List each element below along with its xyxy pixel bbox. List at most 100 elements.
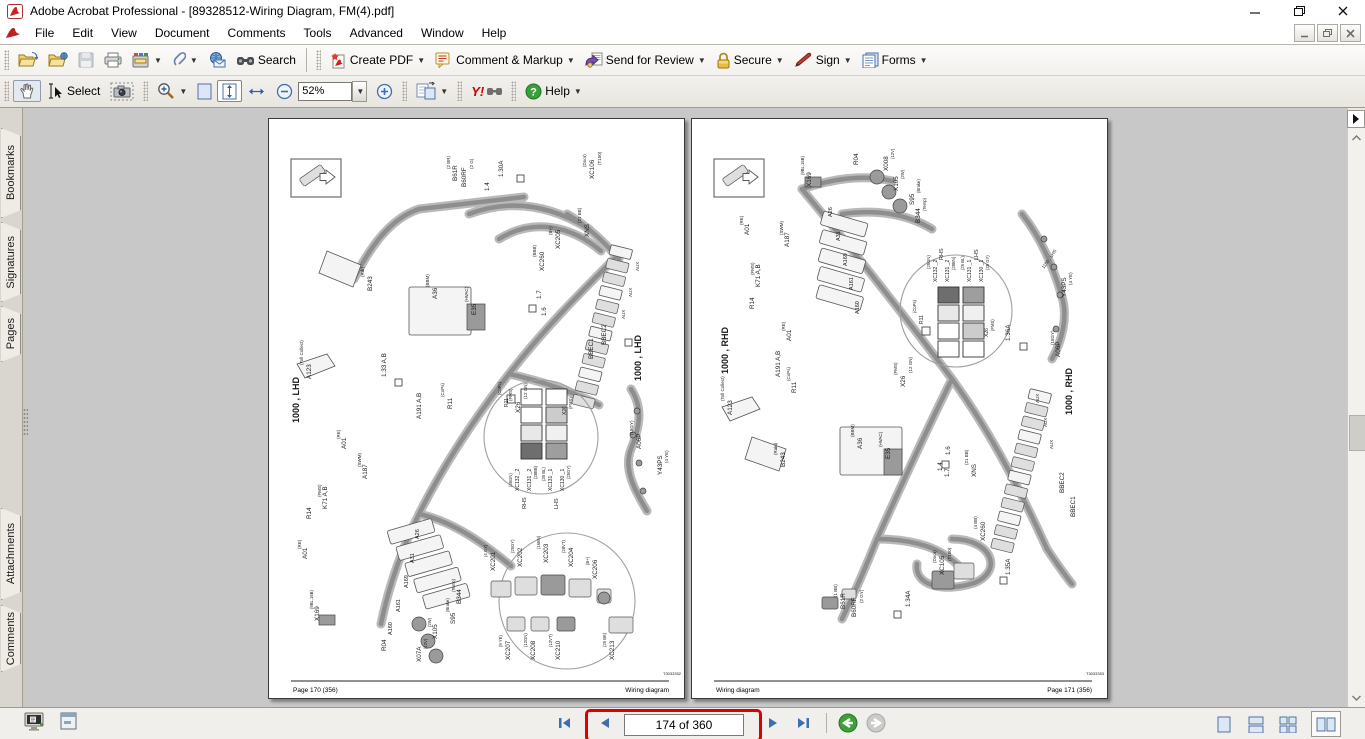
pdf-page-right[interactable]: (9BL,16B)X169R04X008(12V)X105(2W)S95(Bra…	[691, 118, 1108, 699]
forms-button[interactable]: Forms▼	[857, 49, 933, 71]
zoom-in-magnifier-icon	[157, 82, 175, 100]
organizer-icon	[132, 52, 150, 68]
create-pdf-button[interactable]: Create PDF▼	[325, 49, 430, 71]
toolbar-grip[interactable]	[316, 50, 321, 70]
sidebar-tab-signatures[interactable]: Signatures	[1, 222, 21, 302]
page-footer-title: Wiring diagram	[625, 687, 669, 694]
previous-view-button[interactable]	[836, 712, 860, 734]
select-tool-button[interactable]: Select	[41, 80, 105, 102]
organizer-button[interactable]: ▼	[127, 49, 167, 71]
sidebar-tab-bookmarks[interactable]: Bookmarks	[1, 128, 21, 218]
page-display-button[interactable]: ▼	[411, 80, 453, 102]
help-button[interactable]: ? Help▼	[520, 80, 587, 102]
acrobat-window: Adobe Acrobat Professional - [89328512-W…	[0, 0, 1365, 739]
scroll-down-arrow[interactable]	[1348, 690, 1365, 706]
doc-close-button[interactable]	[1340, 24, 1361, 42]
diagram-label: R11	[504, 398, 510, 407]
vertical-scrollbar[interactable]	[1347, 128, 1365, 708]
continuous-layout-button[interactable]	[1241, 711, 1271, 737]
window-mode-button[interactable]	[60, 712, 78, 734]
menu-comments[interactable]: Comments	[219, 23, 295, 43]
print-icon	[104, 52, 122, 68]
diagram-label: A01	[341, 437, 348, 449]
minimize-button[interactable]	[1233, 0, 1277, 22]
search-button[interactable]: Search	[231, 49, 301, 71]
zoom-dropdown-button[interactable]: ▼	[352, 81, 367, 102]
menu-help[interactable]: Help	[473, 23, 516, 43]
single-page-layout-button[interactable]	[1209, 711, 1239, 737]
sidebar-tab-attachments[interactable]: Attachments	[1, 508, 21, 600]
first-page-button[interactable]	[552, 712, 576, 734]
attach-icon	[172, 52, 186, 68]
attach-button[interactable]: ▼	[167, 49, 203, 71]
sidebar-tab-comments[interactable]: Comments	[1, 605, 21, 672]
diagram-label: X07A	[416, 646, 423, 662]
menu-file[interactable]: File	[26, 23, 63, 43]
pdf-page-left[interactable]: (2 BR)B61RB60RF(2 G)1.41.30A(Door)XC106(…	[268, 118, 685, 699]
toolbar-grip[interactable]	[402, 81, 407, 101]
toolbar-grip[interactable]	[143, 81, 148, 101]
zoom-in-button[interactable]	[371, 80, 398, 102]
menu-tools[interactable]: Tools	[295, 23, 341, 43]
diagram-label: X169	[314, 606, 321, 621]
diagram-label: (HVAC)	[878, 431, 883, 447]
continuous-facing-layout-button[interactable]	[1273, 711, 1303, 737]
diagram-label: (FMS)	[990, 319, 995, 331]
menu-window[interactable]: Window	[412, 23, 473, 43]
comment-markup-button[interactable]: Comment & Markup▼	[430, 49, 580, 71]
menu-document[interactable]: Document	[146, 23, 219, 43]
doc-restore-button[interactable]	[1317, 24, 1338, 42]
diagram-label: XC260	[539, 251, 546, 271]
tab-label: Signatures	[5, 236, 17, 289]
facing-layout-button[interactable]	[1311, 711, 1341, 737]
sign-button[interactable]: Sign▼	[789, 49, 857, 71]
menu-advanced[interactable]: Advanced	[341, 23, 412, 43]
page-number-field[interactable]	[624, 714, 744, 736]
diagram-label: A01	[744, 223, 751, 235]
toolbar-grip[interactable]	[4, 50, 9, 70]
zoom-out-button[interactable]	[271, 80, 298, 102]
toolbar-grip[interactable]	[511, 81, 516, 101]
fit-visible-button[interactable]	[242, 80, 271, 102]
toolbar-grip[interactable]	[457, 81, 462, 101]
scrollbar-thumb[interactable]	[1349, 415, 1365, 451]
scroll-up-arrow[interactable]	[1348, 130, 1365, 146]
diagram-label: Y43PS	[657, 455, 664, 475]
hand-tool-button[interactable]	[13, 80, 41, 102]
open-button[interactable]	[13, 49, 43, 71]
send-for-review-button[interactable]: Send for Review▼	[580, 49, 711, 71]
fullscreen-mode-button[interactable]	[24, 712, 46, 735]
next-page-button[interactable]	[762, 712, 786, 734]
diagram-label: A06P	[636, 434, 643, 449]
restore-button[interactable]	[1277, 0, 1321, 22]
diagram-label: (21 BB)	[964, 449, 969, 465]
zoom-tool-button[interactable]: ▼	[152, 80, 192, 102]
save-button[interactable]	[73, 49, 99, 71]
diagram-label: (4 GY)	[483, 544, 488, 557]
secure-button[interactable]: Secure▼	[711, 49, 789, 71]
close-button[interactable]	[1321, 0, 1365, 22]
sidebar-tab-pages[interactable]: Pages	[1, 306, 21, 362]
diagram-label: B344	[456, 589, 463, 604]
last-page-button[interactable]	[792, 712, 816, 734]
menu-bar: File Edit View Document Comments Tools A…	[0, 22, 1365, 45]
document-pane[interactable]: (2 BR)B61RB60RF(2 G)1.41.30A(Door)XC106(…	[28, 108, 1348, 708]
yahoo-search-button[interactable]: Y!	[466, 80, 507, 102]
hide-pane-arrow-button[interactable]	[1347, 110, 1365, 128]
toolbar-grip[interactable]	[4, 81, 9, 101]
menu-view[interactable]: View	[102, 23, 146, 43]
open-organizer-button[interactable]	[43, 49, 73, 71]
next-view-button[interactable]	[864, 712, 888, 734]
fit-width-button[interactable]	[217, 80, 242, 102]
print-button[interactable]	[99, 49, 127, 71]
zoom-level-input[interactable]	[298, 82, 352, 101]
diagram-label: (CoPs)	[497, 381, 502, 395]
snapshot-button[interactable]	[105, 80, 139, 102]
diagram-label: R14	[306, 507, 313, 519]
previous-page-button[interactable]	[592, 712, 616, 734]
email-button[interactable]	[203, 49, 231, 71]
diagram-label: (25 GY)	[985, 255, 990, 270]
menu-edit[interactable]: Edit	[63, 23, 102, 43]
doc-minimize-button[interactable]	[1294, 24, 1315, 42]
fit-page-button[interactable]	[192, 80, 217, 102]
